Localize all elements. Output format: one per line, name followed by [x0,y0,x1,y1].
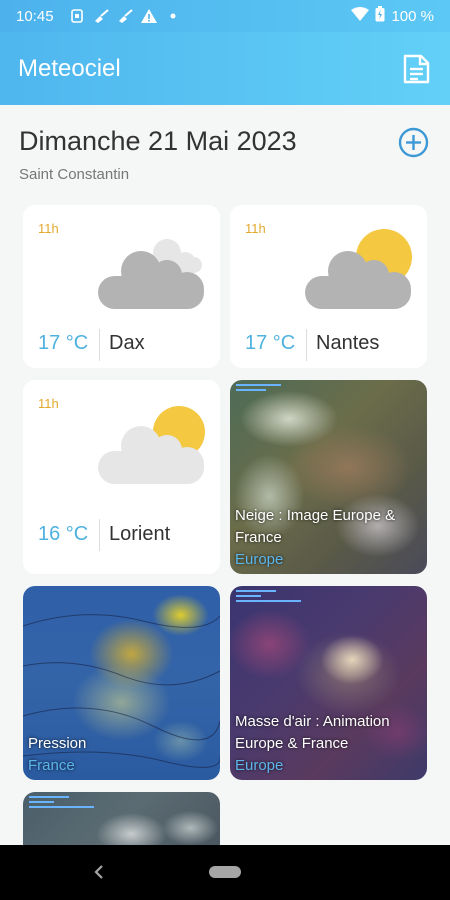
plus-circle-icon[interactable] [398,127,429,158]
card-city: Nantes [316,332,380,354]
partly-cloudy-icon [304,227,416,320]
card-divider [99,329,100,361]
broom-icon [116,8,134,24]
card-temperature: 16 °C [38,523,89,545]
image-card-caption: Neige : Image Europe & France Europe [235,505,421,571]
card-divider [99,519,100,551]
image-card-region: France [28,757,75,774]
wifi-icon [351,7,370,25]
status-bar: 10:45 100 % [0,0,450,32]
partly-cloudy-light-icon [97,402,209,495]
image-card-caption: Pression France [28,733,214,777]
app-title: Meteociel [18,54,121,82]
image-stamp [236,589,306,612]
battery-percent: 100 % [391,7,434,25]
dot-icon [164,8,182,24]
image-card-neige[interactable]: Neige : Image Europe & France Europe [230,380,427,574]
card-hour: 11h [245,221,266,236]
image-card-caption: Masse d'air : Animation Europe & France … [235,711,421,777]
card-hour: 11h [38,396,59,411]
home-pill-icon[interactable] [209,866,241,878]
weather-card-nantes[interactable]: 11h 17 °C Nantes [230,205,427,368]
image-card-title: Pression [28,735,87,752]
card-temperature: 17 °C [38,332,89,354]
date-header: Dimanche 21 Mai 2023 Saint Constantin [19,126,430,183]
battery-icon [375,6,385,26]
image-card-title: Masse d'air : Animation Europe & France [235,713,390,752]
card-hour: 11h [38,221,59,236]
image-card-title: Neige : Image Europe & France [235,507,396,546]
cloudy-icon [97,231,209,320]
back-icon[interactable] [92,862,106,882]
card-city: Lorient [109,523,171,545]
image-card-pression[interactable]: Pression France [23,586,220,780]
warning-icon [140,8,158,24]
image-stamp [236,383,296,398]
image-card-region: Europe [235,551,284,568]
app-bar: Meteociel [0,32,450,105]
sim-icon [68,8,86,24]
document-icon[interactable] [400,53,432,85]
image-card-partial[interactable] [23,792,220,852]
card-temperature: 17 °C [245,332,296,354]
weather-card-dax[interactable]: 11h 17 °C Dax [23,205,220,368]
card-city: Dax [109,332,145,354]
broom-icon [92,8,110,24]
image-stamp [29,795,99,818]
page-title: Dimanche 21 Mai 2023 [19,126,297,156]
status-time: 10:45 [16,7,54,25]
card-divider [306,329,307,361]
weather-card-lorient[interactable]: 11h 16 °C Lorient [23,380,220,574]
location-label: Saint Constantin [19,166,130,183]
image-card-masse-air[interactable]: Masse d'air : Animation Europe & France … [230,586,427,780]
image-card-region: Europe [235,757,284,774]
system-nav-bar [0,845,450,900]
